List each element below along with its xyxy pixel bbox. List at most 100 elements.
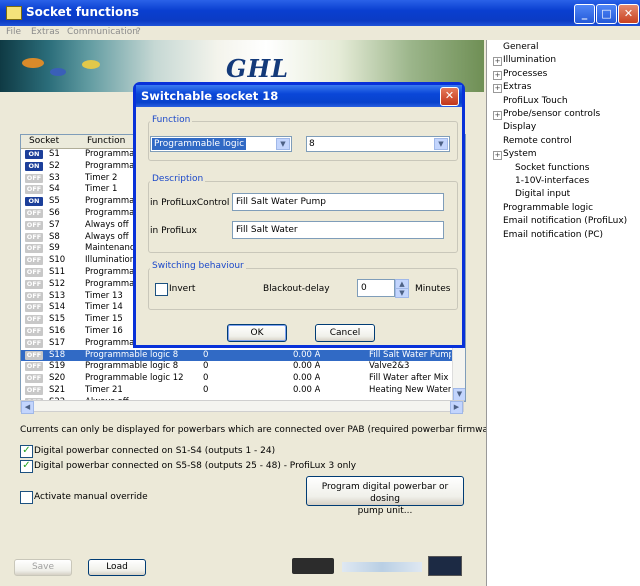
tree-item[interactable]: Display (503, 122, 536, 132)
tree-item[interactable]: Digital input (515, 189, 570, 199)
dialog-title: Switchable socket 18 (141, 89, 279, 103)
tree-expand-icon[interactable]: + (493, 111, 502, 120)
minimize-button[interactable]: _ (574, 4, 595, 24)
function-cell: Programmable logic 8 (85, 361, 179, 372)
chevron-down-icon[interactable]: ▼ (276, 138, 290, 150)
current-cell: 0.00 A (293, 361, 321, 372)
invert-label: Invert (169, 284, 196, 294)
menu-extras[interactable]: Extras (31, 27, 59, 37)
socket-id-cell: S1 (49, 149, 60, 159)
socket-id-cell: S19 (49, 361, 66, 372)
scroll-right-icon[interactable]: ▶ (450, 401, 463, 414)
function-select[interactable]: Programmable logic ▼ (150, 136, 292, 152)
tree-expand-icon[interactable]: + (493, 84, 502, 94)
column-header-function[interactable]: Function (87, 136, 125, 146)
tree-item[interactable]: Illumination (503, 55, 556, 65)
socket-id-cell: S14 (49, 302, 66, 313)
function-select-value: Programmable logic (152, 138, 247, 150)
socket-state-badge: OFF (25, 327, 43, 336)
description-cell: Valve2&3 (369, 361, 410, 372)
save-button[interactable]: Save (14, 559, 72, 576)
load-button[interactable]: Load (88, 559, 146, 576)
program-powerbar-button[interactable]: Program digital powerbar or dosing pump … (306, 476, 464, 516)
menu-bar: File Extras Communication ? (0, 26, 640, 40)
socket-id-cell: S18 (49, 349, 66, 360)
dialog-close-button[interactable]: ✕ (440, 87, 459, 106)
tree-item[interactable]: Probe/sensor controls (503, 109, 600, 119)
tree-item[interactable]: System (503, 149, 537, 159)
description-group-label: Description (150, 174, 206, 184)
socket-id-cell: S11 (49, 267, 66, 277)
tree-item[interactable]: ProfiLux Touch (503, 96, 568, 106)
socket-state-badge: OFF (25, 256, 43, 266)
socket-id-cell: S15 (49, 314, 66, 325)
socket-id-cell: S7 (49, 219, 60, 230)
tree-item[interactable]: Socket functions (515, 163, 589, 173)
menu-file[interactable]: File (6, 27, 21, 37)
tree-item[interactable]: 1-10V-interfaces (515, 176, 589, 186)
table-row[interactable]: OFF S20 Programmable logic 12 0 0.00 A Fill W… (21, 373, 453, 384)
digital-powerbar-s1-s4-checkbox[interactable]: ✓ (20, 445, 33, 458)
socket-state-badge: OFF (25, 232, 43, 242)
tree-item[interactable]: Processes (503, 69, 547, 79)
cancel-button[interactable]: Cancel (315, 324, 375, 342)
dialog-title-bar: Switchable socket 18 ✕ (136, 85, 462, 107)
socket-id-cell: S20 (49, 373, 66, 384)
description-cell: Fill Water after Mix S (369, 373, 451, 384)
socket-state-badge: OFF (25, 291, 43, 301)
tree-item[interactable]: Email notification (ProfiLux) (503, 216, 627, 226)
close-button[interactable]: ✕ (618, 4, 639, 24)
blackout-delay-label: Blackout-delay (263, 284, 330, 294)
function-cell: Programmable logic 12 (85, 373, 184, 384)
transfer-arrow-icon (342, 562, 422, 572)
table-row[interactable]: OFF S19 Programmable logic 8 0 0.00 A Valve2&… (21, 361, 453, 372)
socket-state-badge: OFF (25, 220, 43, 230)
ok-button[interactable]: OK (227, 324, 287, 342)
chevron-down-icon[interactable]: ▼ (434, 138, 448, 150)
socket-state-badge: OFF (25, 338, 43, 348)
tree-item[interactable]: Programmable logic (503, 203, 593, 213)
current-note: Currents can only be displayed for power… (20, 425, 527, 435)
table-row[interactable]: OFF S18 Programmable logic 8 0 0.00 A Fill Sa… (21, 349, 453, 361)
socket-state-badge: OFF (25, 268, 43, 277)
channel-cell: 0 (203, 373, 209, 384)
tree-item[interactable]: Email notification (PC) (503, 230, 603, 240)
socket-state-badge: OFF (25, 244, 43, 254)
spin-down-icon[interactable]: ▼ (395, 288, 409, 298)
tree-expand-icon[interactable]: + (493, 57, 502, 67)
menu-communication[interactable]: Communication (67, 27, 138, 37)
invert-checkbox[interactable] (155, 283, 168, 296)
description-cell: Fill Salt Water Pump (369, 349, 451, 360)
table-horizontal-scrollbar[interactable]: ◀ ▶ (20, 400, 464, 414)
tree-expand-icon[interactable]: + (493, 151, 502, 161)
socket-state-badge: OFF (25, 185, 43, 195)
scroll-left-icon[interactable]: ◀ (21, 401, 34, 414)
maximize-button[interactable]: □ (596, 4, 617, 24)
tree-item[interactable]: Remote control (503, 136, 572, 146)
socket-state-badge: OFF (25, 374, 43, 384)
digital-powerbar-s5-s8-checkbox[interactable]: ✓ (20, 460, 33, 473)
switchable-socket-dialog: Switchable socket 18 ✕ Function Programm… (133, 82, 465, 348)
window-title-bar: Socket functions _ □ ✕ (0, 0, 640, 26)
profilux-control-input[interactable]: Fill Salt Water Pump (232, 193, 444, 211)
tree-item[interactable]: Extras (503, 82, 531, 92)
column-header-socket[interactable]: Socket (29, 136, 59, 146)
socket-id-cell: S12 (49, 278, 66, 289)
menu-help[interactable]: ? (136, 27, 141, 37)
blackout-delay-input[interactable]: 0 (357, 279, 395, 297)
profilux-input[interactable]: Fill Salt Water (232, 221, 444, 239)
function-number-select[interactable]: 8 ▼ (306, 136, 450, 152)
navigation-tree[interactable]: General + Illumination + Processes + Extras Pro… (486, 40, 640, 586)
window-title: Socket functions (26, 5, 139, 19)
socket-id-cell: S13 (49, 290, 66, 301)
manual-override-checkbox[interactable] (20, 491, 33, 504)
tree-expand-icon[interactable]: + (493, 70, 502, 80)
socket-state-badge: OFF (25, 209, 43, 218)
tree-item[interactable]: General (503, 42, 538, 52)
table-row[interactable]: OFF S21 Timer 21 0 0.00 A Heating New Water (21, 385, 453, 396)
socket-state-badge: ON (25, 150, 43, 159)
socket-state-badge: ON (25, 161, 43, 171)
socket-state-badge: OFF (25, 350, 43, 360)
function-number-value: 8 (309, 139, 315, 149)
function-cell: Programmable logic 8 (85, 349, 179, 360)
